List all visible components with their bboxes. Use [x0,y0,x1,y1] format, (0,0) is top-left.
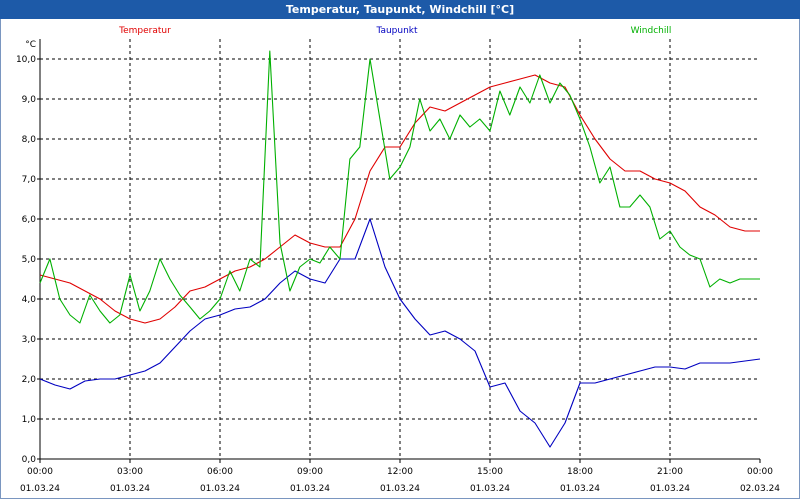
x-tick-label-date: 01.03.24 [470,484,510,494]
legend-entry-temperatur: Temperatur [118,26,171,36]
x-tick-label-time: 12:00 [387,467,413,477]
x-tick-label-date: 02.03.24 [740,484,780,494]
chart-frame: 0,0 1,0 2,0 3,0 4,0 5,0 6,0 7,0 8,0 9,0 10,0 °C 00:0… [0,19,800,499]
y-tick-label: 2,0 [22,375,37,385]
y-tick-label: 6,0 [22,215,37,225]
y-tick-label: 5,0 [22,255,37,265]
y-tick-label: 8,0 [22,135,37,145]
x-tick-label-time: 03:00 [117,467,143,477]
x-tick-label-date: 01.03.24 [380,484,420,494]
x-tick-label-time: 21:00 [657,467,683,477]
x-tick-label-time: 06:00 [207,467,233,477]
y-tick-label: 10,0 [16,55,36,65]
legend-entry-taupunkt: Taupunkt [375,26,418,36]
y-tick-label: 1,0 [22,415,37,425]
series-line-windchill [39,50,760,324]
y-tick-label: 7,0 [22,175,37,185]
y-tick-label: 0,0 [22,455,37,465]
x-tick-label-time: 09:00 [297,467,323,477]
window-title: Temperatur, Taupunkt, Windchill [°C] [0,0,800,19]
y-tick-label: 9,0 [22,95,37,105]
x-tick-label-date: 01.03.24 [20,484,60,494]
y-tick-label: 3,0 [22,335,37,345]
x-tick-label-date: 01.03.24 [200,484,240,494]
y-axis-unit-label: °C [25,40,36,50]
x-tick-label-date: 01.03.24 [560,484,600,494]
y-tick-label: 4,0 [22,295,37,305]
x-tick-label-time: 00:00 [747,467,773,477]
x-tick-label-date: 01.03.24 [290,484,330,494]
chart: 0,0 1,0 2,0 3,0 4,0 5,0 6,0 7,0 8,0 9,0 10,0 °C 00:0… [16,26,780,494]
x-tick-label-date: 01.03.24 [650,484,690,494]
x-tick-label-date: 01.03.24 [110,484,150,494]
x-tick-label-time: 00:00 [27,467,53,477]
legend-entry-windchill: Windchill [631,26,672,36]
x-tick-label-time: 18:00 [567,467,593,477]
x-tick-label-time: 15:00 [477,467,503,477]
